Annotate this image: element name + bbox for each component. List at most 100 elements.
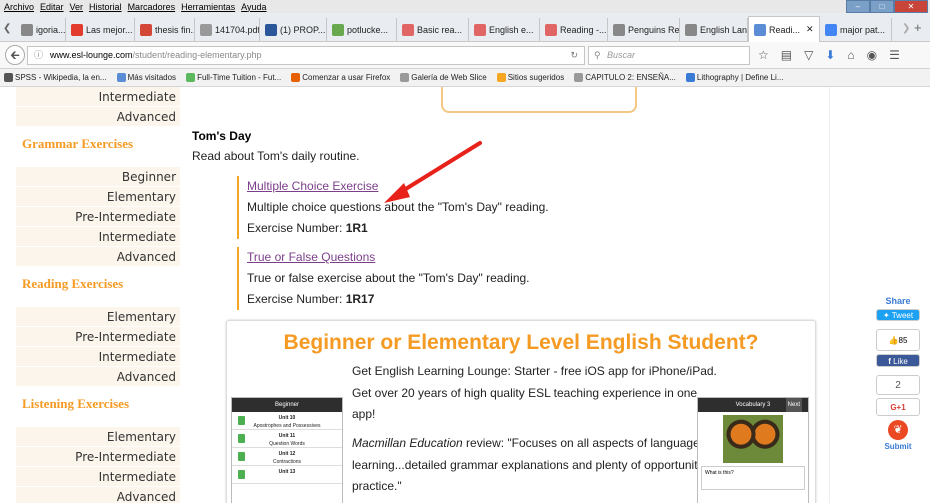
tab[interactable]: Basic rea... <box>397 18 469 41</box>
tab-label: Las mejor... <box>86 24 133 35</box>
tab-favicon-icon <box>545 23 557 36</box>
promo-heading: Beginner or Elementary Level English Stu… <box>283 331 759 354</box>
tab[interactable]: English e... <box>469 18 540 41</box>
minimize-button[interactable]: – <box>846 0 870 13</box>
tab[interactable]: potlucke... <box>327 18 397 41</box>
close-window-button[interactable]: ✕ <box>894 0 928 13</box>
stumbleupon-icon: ❦ <box>888 420 908 440</box>
bookmark-item[interactable]: Lithography | Define Li... <box>685 73 783 83</box>
menu-herramientas[interactable]: Herramientas <box>181 2 235 12</box>
thumbs-up-icon: 👍 <box>888 336 899 345</box>
sidebar-item-advanced[interactable]: Advanced <box>16 107 180 127</box>
tab[interactable]: Reading -... <box>540 18 608 41</box>
back-button[interactable]: 🡰 <box>5 45 25 65</box>
tab-close-icon[interactable]: ✕ <box>806 24 814 35</box>
twitter-icon: ✦ <box>882 311 890 320</box>
lock-icon <box>238 470 245 479</box>
menu-ver[interactable]: Ver <box>70 2 84 12</box>
search-input[interactable]: ⚲ Buscar <box>588 46 750 65</box>
tab[interactable]: Penguins Rea... <box>608 18 680 41</box>
pocket-icon[interactable]: ▽ <box>804 48 813 62</box>
menu-historial[interactable]: Historial <box>89 2 122 12</box>
listening-item-elementary[interactable]: Elementary <box>16 427 180 447</box>
right-column-divider <box>829 87 841 503</box>
bookmark-item[interactable]: CAPITULO 2: ENSEÑA... <box>574 73 676 83</box>
sidebar-item-intermediate[interactable]: Intermediate <box>16 87 180 107</box>
tab-label: Penguins Rea... <box>628 24 680 35</box>
grammar-item-advanced[interactable]: Advanced <box>16 247 180 267</box>
grammar-item-intermediate[interactable]: Intermediate <box>16 227 180 247</box>
reload-icon[interactable]: ↻ <box>570 47 578 64</box>
exercise-link[interactable]: True or False Questions <box>247 250 375 264</box>
menu-archivo[interactable]: Archivo <box>4 2 34 12</box>
reading-item-elementary[interactable]: Elementary <box>16 307 180 327</box>
listening-heading: Listening Exercises <box>22 396 130 411</box>
top-box-fragment <box>441 87 637 113</box>
bookmark-item[interactable]: Comenzar a usar Firefox <box>291 72 391 83</box>
reading-item-intermediate[interactable]: Intermediate <box>16 347 180 367</box>
tab[interactable]: 141704.pdf <box>195 18 260 41</box>
exercise-link[interactable]: Multiple Choice Exercise <box>247 179 378 193</box>
bookmark-item[interactable]: Sitios sugeridos <box>496 73 564 83</box>
app-header: Vocabulary 3 Next <box>698 398 808 412</box>
listening-item-intermediate[interactable]: Intermediate <box>16 467 180 487</box>
lock-icon <box>238 434 245 443</box>
tab[interactable]: (1) PROP... <box>260 18 327 41</box>
reading-item-pre-intermediate[interactable]: Pre-Intermediate <box>16 327 180 347</box>
url-bar[interactable]: ⓘ www.esl-lounge.com/student/reading-ele… <box>27 46 585 65</box>
reading-item-advanced[interactable]: Advanced <box>16 367 180 387</box>
tab-scroll-left-icon[interactable]: ❮ <box>3 23 11 34</box>
tweet-button[interactable]: ✦ Tweet <box>876 309 920 321</box>
tab-scroll-right-icon[interactable]: ❯ <box>902 23 910 34</box>
menu-ayuda[interactable]: Ayuda <box>241 2 266 12</box>
tab-active[interactable]: Readi... ✕ <box>748 16 820 42</box>
stumbleupon-button[interactable]: ❦ Submit <box>876 420 920 466</box>
bookmark-item[interactable]: Galería de Web Slice <box>400 72 487 83</box>
listening-item-advanced[interactable]: Advanced <box>16 487 180 503</box>
download-icon[interactable]: ⬇ <box>825 48 835 62</box>
page-description: Read about Tom's daily routine. <box>192 149 360 163</box>
tab-favicon-icon <box>754 23 766 36</box>
bookmark-label: Más visitados <box>127 72 177 82</box>
sidebar: Intermediate Advanced Grammar Exercises … <box>16 87 180 503</box>
tab[interactable]: Las mejor... <box>66 18 135 41</box>
menu-icon[interactable]: ☰ <box>889 48 900 62</box>
facebook-like-button[interactable]: f Like <box>876 354 920 367</box>
grammar-item-elementary[interactable]: Elementary <box>16 187 180 207</box>
star-icon[interactable]: ☆ <box>758 48 769 62</box>
grammar-item-pre-intermediate[interactable]: Pre-Intermediate <box>16 207 180 227</box>
listening-item-pre-intermediate[interactable]: Pre-Intermediate <box>16 447 180 467</box>
info-icon: ⓘ <box>34 50 44 60</box>
tab-favicon-icon <box>613 23 625 36</box>
bookmark-item[interactable]: Más visitados <box>116 72 177 83</box>
tab[interactable]: thesis fin... <box>135 18 195 41</box>
tab-label: major pat... <box>840 24 886 35</box>
tab-favicon-icon <box>200 23 212 36</box>
tab[interactable]: igoria... <box>16 18 66 41</box>
menu-editar[interactable]: Editar <box>40 2 64 12</box>
page-content: Intermediate Advanced Grammar Exercises … <box>0 87 930 503</box>
bookmark-icon <box>685 73 695 83</box>
tab[interactable]: major pat... <box>820 18 892 41</box>
bookmark-label: SPSS - Wikipedia, la en... <box>15 72 107 82</box>
tab-favicon-icon <box>140 23 152 36</box>
tab-favicon-icon <box>825 23 837 36</box>
bookmark-label: Comenzar a usar Firefox <box>302 72 391 82</box>
url-path: /student/reading-elementary.php <box>132 50 262 60</box>
reading-list-icon[interactable]: ▤ <box>781 48 792 62</box>
tab[interactable]: English Lang... <box>680 18 748 41</box>
maximize-button[interactable]: □ <box>870 0 894 13</box>
home-icon[interactable]: ⌂ <box>847 48 854 62</box>
chat-icon[interactable]: ◉ <box>867 48 877 62</box>
grammar-item-beginner[interactable]: Beginner <box>16 167 180 187</box>
gplus-button[interactable]: G+1 <box>876 398 920 416</box>
bookmark-icon <box>496 73 506 83</box>
menu-marcadores[interactable]: Marcadores <box>128 2 176 12</box>
bookmark-item[interactable]: SPSS - Wikipedia, la en... <box>4 72 107 83</box>
new-tab-icon[interactable]: + <box>914 20 922 35</box>
bookmark-label: Galería de Web Slice <box>411 72 487 82</box>
bookmark-item[interactable]: Full-Time Tuition - Fut... <box>186 73 281 83</box>
tab-label: (1) PROP... <box>280 24 326 35</box>
exercise-number: Exercise Number: 1R1 <box>247 221 368 235</box>
tab-label: English e... <box>489 24 534 35</box>
